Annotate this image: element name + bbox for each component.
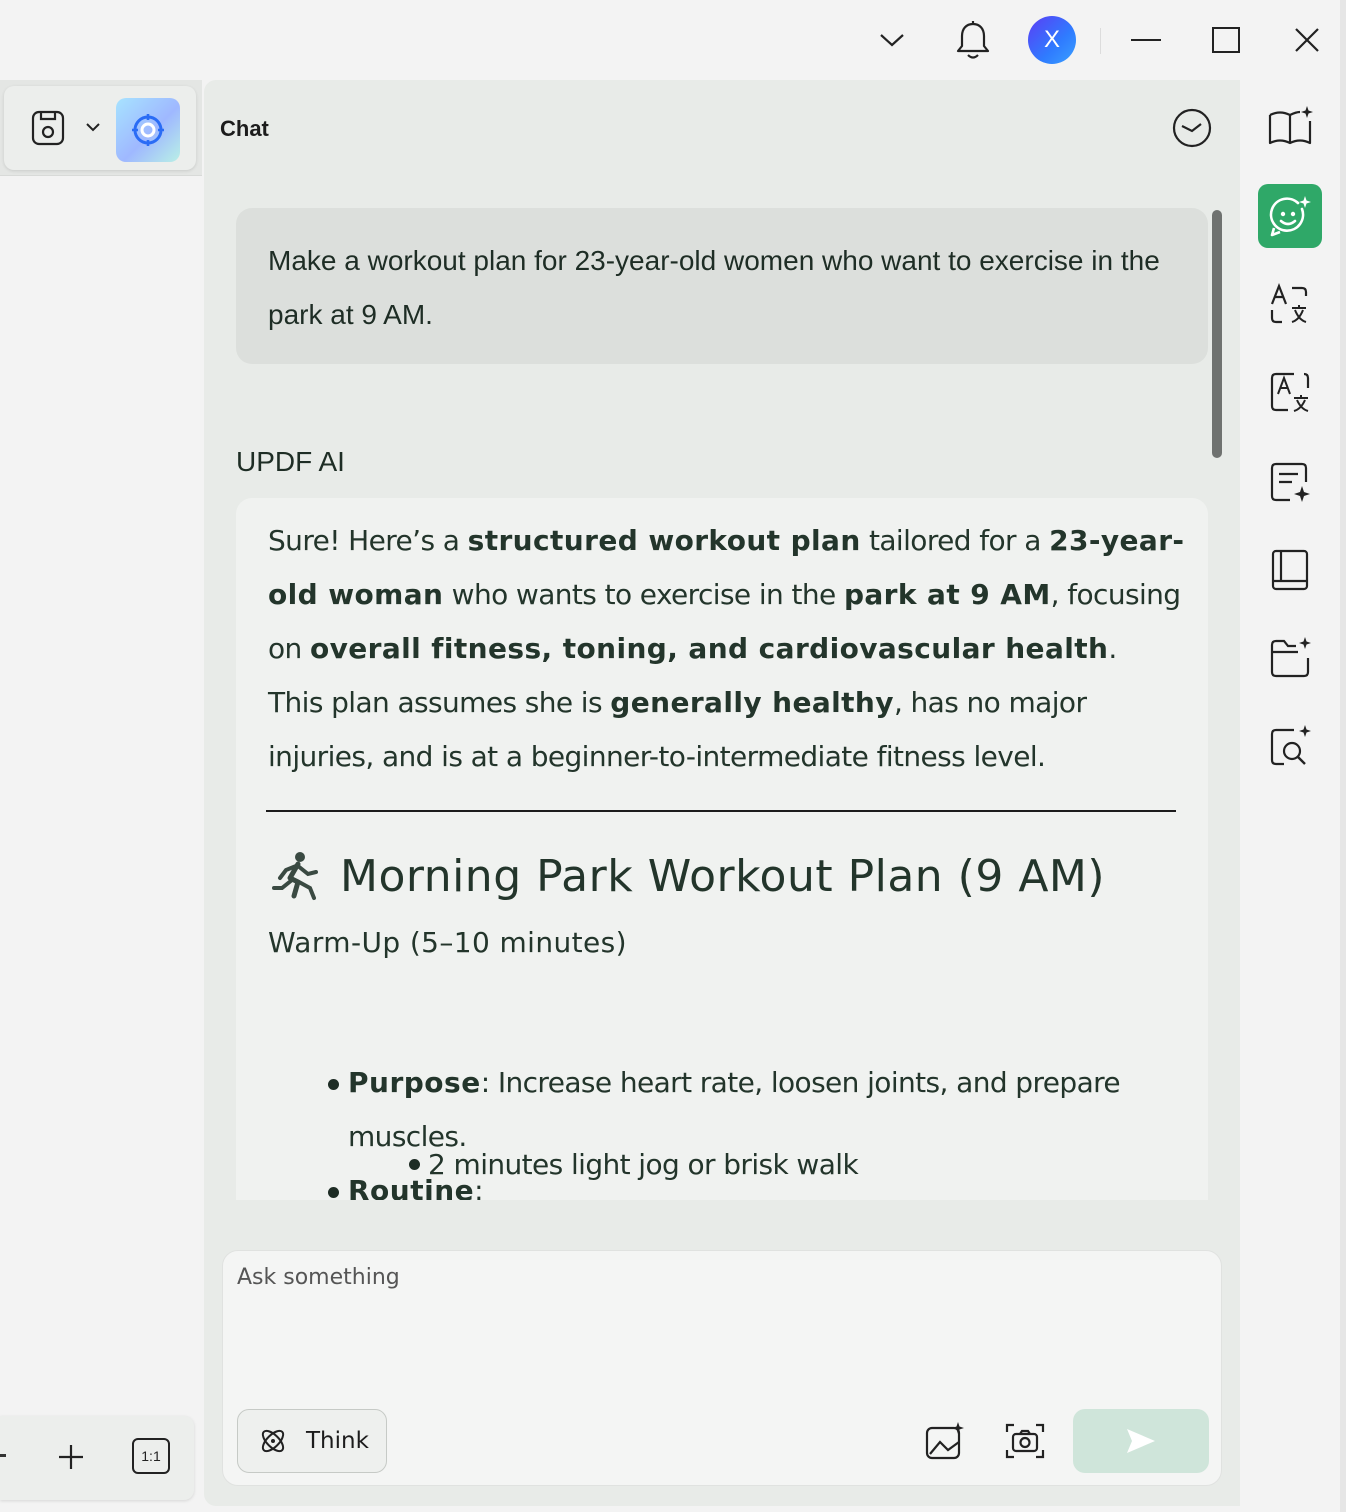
window-edge [1340,0,1346,1512]
response-heading-text: Morning Park Workout Plan (9 AM) [340,850,1106,902]
plus-icon[interactable] [54,1440,88,1474]
translate-document-icon [1270,372,1310,412]
document-sparkle-icon [1270,462,1310,502]
left-panel: 1:1 [0,80,202,1512]
chat-title: Chat [220,116,269,141]
maximize-button[interactable] [1200,14,1252,66]
list-item: 2 minutes light jog or brisk walk [428,1148,859,1181]
think-button[interactable]: Think [237,1409,387,1473]
chevron-down-icon[interactable] [84,120,104,136]
save-icon[interactable] [28,108,68,148]
scrollbar-thumb[interactable] [1212,210,1222,458]
user-message-text: Make a workout plan for 23-year-old wome… [268,245,1160,330]
user-message: Make a workout plan for 23-year-old wome… [236,208,1208,364]
chat-input-box: Think [222,1250,1222,1486]
chat-panel: Chat Make a workout plan for 23-year-old… [204,80,1240,1506]
image-sparkle-icon [925,1422,964,1460]
send-button[interactable] [1073,1409,1209,1473]
history-button[interactable] [1168,104,1216,152]
ai-response-intro: Sure! Here’s a structured workout plan t… [268,524,1185,773]
ai-label: UPDF AI [236,446,345,477]
rail-translate[interactable] [1258,272,1322,336]
divider [266,810,1176,812]
avatar[interactable]: X [1028,16,1076,64]
chat-bot-icon [1269,196,1311,237]
rail-book-sparkle[interactable] [1258,94,1322,158]
book-icon [1271,549,1309,591]
right-tool-rail [1240,80,1340,1506]
ai-assistant-icon[interactable] [116,98,180,162]
actual-size-label: 1:1 [141,1448,161,1464]
chat-input[interactable] [237,1265,1197,1405]
rail-chat[interactable] [1258,184,1322,248]
book-sparkle-icon [1268,106,1313,145]
runner-icon [272,852,318,900]
close-button[interactable] [1281,14,1333,66]
minimize-button[interactable] [1120,14,1172,66]
zoom-out-icon[interactable] [0,1454,6,1457]
bullet [328,1079,339,1090]
left-bottom-toolbar: 1:1 [0,1416,194,1500]
think-label: Think [306,1428,369,1454]
divider [1100,28,1101,54]
avatar-initial: X [1043,26,1060,53]
response-heading: Morning Park Workout Plan (9 AM) [268,848,1105,904]
translate-icon [1270,282,1308,324]
left-toolbar [0,80,202,176]
rail-summarize[interactable] [1258,450,1322,514]
rail-book[interactable] [1258,538,1322,602]
left-toolbar-group [4,86,196,170]
send-icon [1127,1429,1155,1453]
rail-translate-doc[interactable] [1258,360,1322,424]
ai-response: Sure! Here’s a structured workout plan t… [236,498,1208,1200]
chevron-down-icon[interactable] [866,14,918,66]
title-bar: X [0,0,1346,80]
image-upload-button[interactable] [917,1413,973,1469]
actual-size-button[interactable]: 1:1 [132,1438,170,1474]
clock-icon [1172,108,1212,148]
search-sparkle-icon [1270,725,1311,766]
atom-icon [261,1429,285,1453]
response-subheading: Warm-Up (5–10 minutes) [268,926,627,959]
folder-sparkle-icon [1270,637,1311,678]
camera-icon [1005,1423,1045,1459]
rail-search-sparkle[interactable] [1258,714,1322,778]
rail-folder-sparkle[interactable] [1258,626,1322,690]
screenshot-button[interactable] [997,1413,1053,1469]
bullet [328,1187,339,1198]
bell-icon[interactable] [947,14,999,66]
bullet [409,1159,420,1170]
